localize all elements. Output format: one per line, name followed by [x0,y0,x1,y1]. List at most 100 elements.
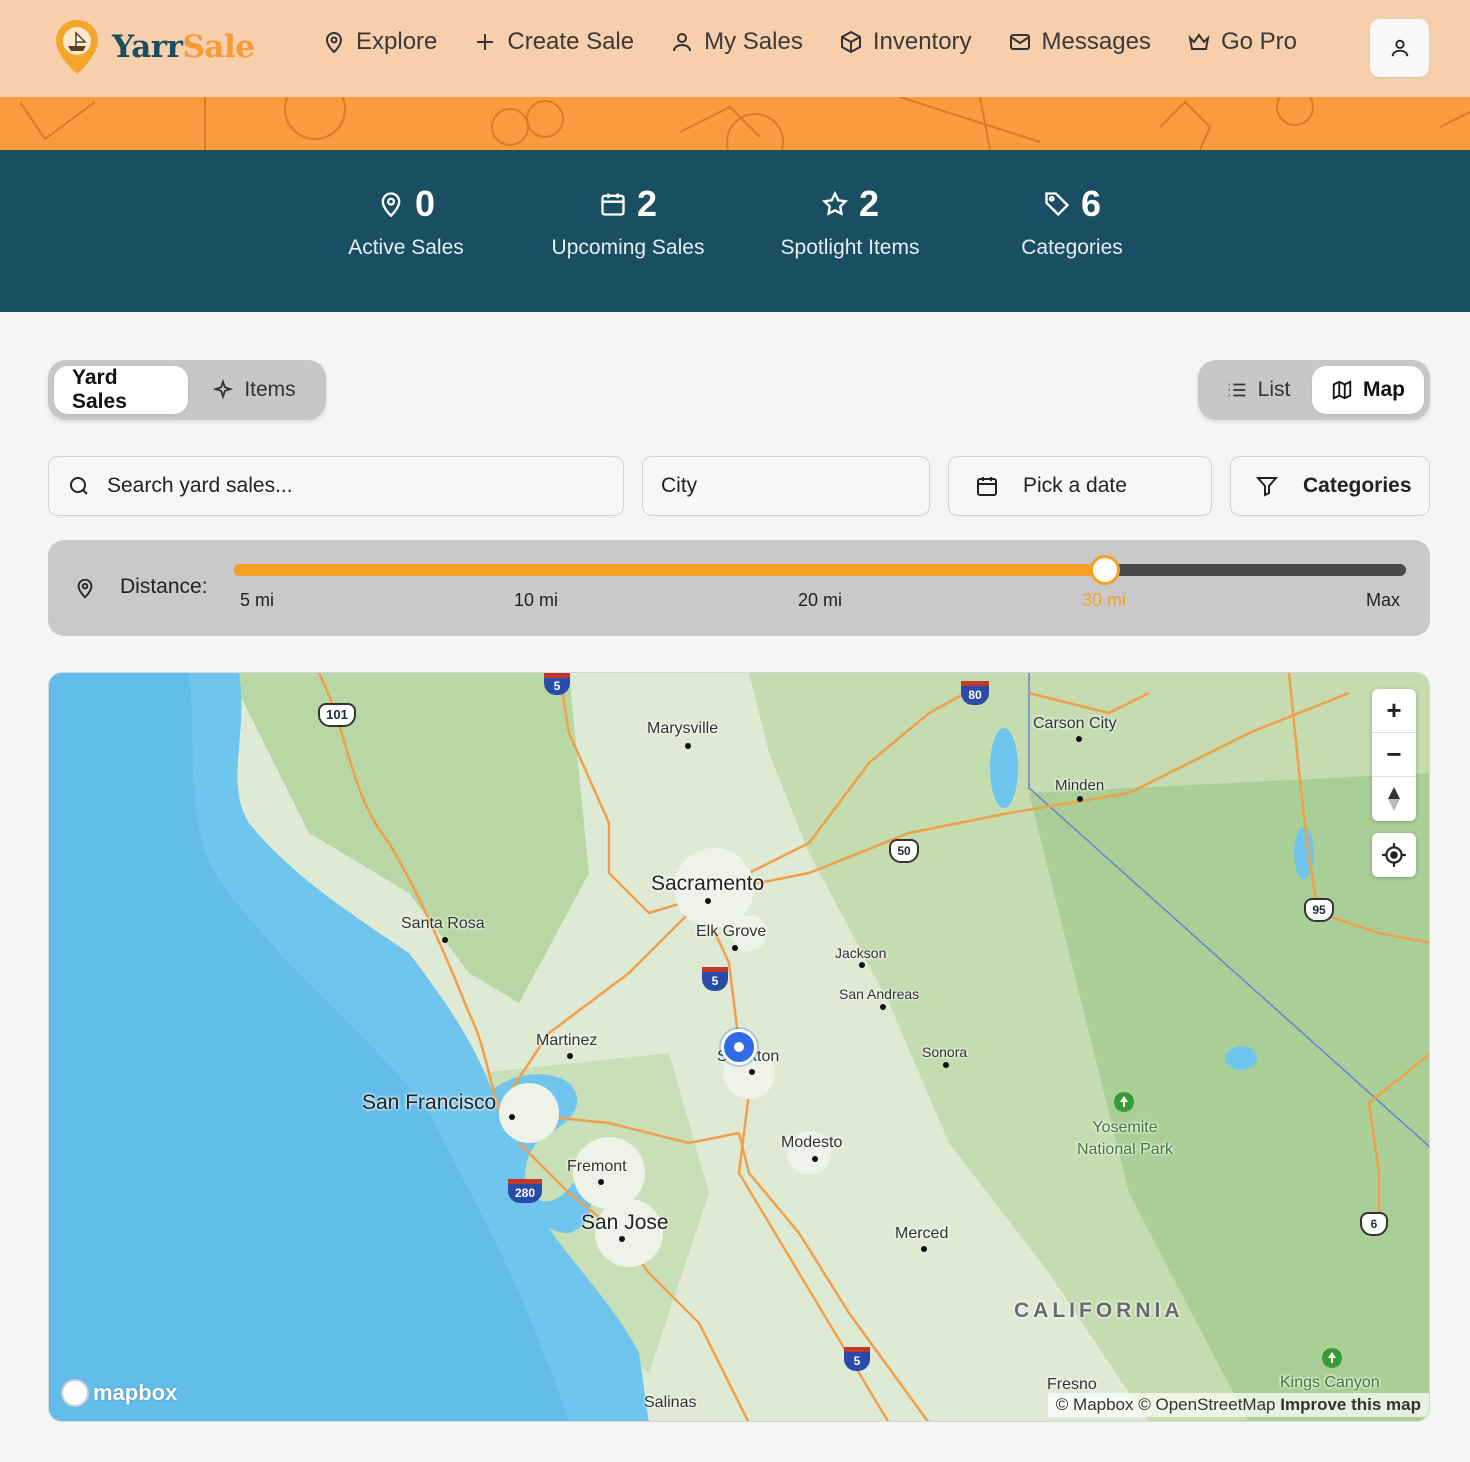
park-label: Kings Canyon [1280,1374,1380,1391]
zoom-in-button[interactable]: + [1372,689,1416,733]
list-label: List [1257,378,1291,401]
nav-messages[interactable]: Messages [1008,28,1151,56]
nav-label: Inventory [872,28,972,55]
stat-value: 2 [636,183,658,224]
distance-tick[interactable]: 10 mi [514,590,558,611]
stat-label: Active Sales [348,236,464,259]
highway-shield-i5: 5 [702,967,728,991]
geolocate-button[interactable] [1372,833,1416,877]
place-dot [567,1053,573,1059]
stat-label: Spotlight Items [780,236,920,259]
mapbox-logo[interactable]: mapbox [61,1379,177,1407]
search-field [48,456,624,516]
items-tab[interactable]: Items [188,366,320,414]
place-label: San Francisco [362,1091,497,1114]
user-icon [1391,39,1408,57]
highway-shield-us50: 50 [889,839,919,863]
date-picker-button[interactable]: Pick a date [948,456,1212,516]
distance-tick[interactable]: 5 mi [240,590,274,611]
place-label: San Jose [581,1211,669,1234]
nav-inventory[interactable]: Inventory [839,28,972,56]
place-label: Jackson [835,945,887,961]
highway-shield-i5: 5 [844,1347,870,1371]
current-location-marker[interactable] [721,1029,757,1065]
nav-my-sales[interactable]: My Sales [670,28,803,56]
city-input[interactable] [661,474,911,498]
distance-slider-fill [234,564,1105,576]
place-dot [749,1069,755,1075]
stat-active-sales: 0 Active Sales [296,183,516,260]
distance-tick-selected[interactable]: 30 mi [1082,590,1126,611]
place-label: Modesto [781,1134,843,1151]
calendar-icon [601,193,625,216]
map-icon [1332,380,1352,400]
brand-logo[interactable]: YarrSale [54,18,255,76]
plus-icon [477,34,494,50]
items-tab-label: Items [244,378,296,401]
nav-create-sale[interactable]: Create Sale [473,28,634,56]
compass-icon [1388,787,1400,811]
crown-icon [1188,33,1210,50]
nav-label: Explore [356,28,438,55]
doodle-pattern-icon [19,97,1470,150]
mapbox-logo-icon [61,1379,89,1407]
filter-icon [1255,477,1279,497]
place-label: Elk Grove [696,923,767,940]
stats-bar: 0 Active Sales 2 Upcoming Sales 2 Spotli… [0,150,1470,312]
highway-shield-us101: 101 [318,703,356,727]
improve-map-link[interactable]: Improve this map [1280,1395,1421,1414]
decorative-banner [0,97,1470,150]
place-label: Fremont [567,1158,627,1175]
place-label: Fresno [1047,1376,1097,1393]
distance-slider-thumb[interactable] [1089,555,1120,585]
user-icon [673,33,692,52]
nav-label: Create Sale [507,28,635,55]
star-icon [821,190,848,216]
map-pin-icon [77,578,93,599]
categories-button[interactable]: Categories [1230,456,1430,516]
profile-button[interactable] [1370,19,1429,77]
main-nav: Explore Create Sale My Sales Inventory M… [322,28,1297,56]
park-icon [1114,1092,1134,1112]
sales-map[interactable]: Marysville Carson City Minden Sacramento… [48,672,1430,1422]
attribution-text[interactable]: © Mapbox © OpenStreetMap [1056,1395,1276,1414]
stat-spotlight-items: 2 Spotlight Items [740,183,960,260]
mode-toggle: Yard Sales Items [48,360,326,420]
place-dot [732,945,738,951]
list-icon [1228,383,1245,397]
categories-label: Categories [1303,474,1412,497]
place-dot [1077,796,1083,802]
stat-label: Upcoming Sales [551,236,705,259]
place-dot [921,1246,927,1252]
place-dot [442,937,448,943]
place-label: San Andreas [839,986,920,1002]
nav-explore[interactable]: Explore [322,28,437,56]
place-dot [943,1062,949,1068]
crosshair-icon [1382,843,1406,867]
place-dot [685,743,691,749]
highway-shield-us95: 95 [1304,898,1334,922]
list-view-button[interactable]: List [1204,366,1312,414]
distance-slider-track[interactable] [234,555,1406,585]
distance-tick[interactable]: 20 mi [798,590,842,611]
stat-value: 0 [414,183,436,224]
state-label: CALIFORNIA [1014,1299,1184,1322]
map-view-button[interactable]: Map [1312,366,1424,414]
view-toggle: List Map [1198,360,1430,420]
compass-button[interactable] [1372,777,1416,821]
search-input[interactable] [107,474,587,498]
place-label: Salinas [644,1394,697,1411]
place-label: Martinez [536,1032,598,1049]
brand-name: YarrSale [112,29,255,65]
place-label: Merced [895,1225,949,1242]
mapbox-logo-text: mapbox [93,1380,178,1405]
logo-pin-icon [56,20,98,74]
distance-tick[interactable]: Max [1366,590,1400,611]
place-label: Sonora [922,1044,968,1060]
yard-sales-tab[interactable]: Yard Sales [54,366,188,414]
nav-go-pro[interactable]: Go Pro [1187,28,1297,56]
distance-label: Distance: [120,575,208,598]
place-dot [859,962,865,968]
nav-label: Go Pro [1220,28,1297,55]
zoom-out-button[interactable]: − [1372,733,1416,777]
